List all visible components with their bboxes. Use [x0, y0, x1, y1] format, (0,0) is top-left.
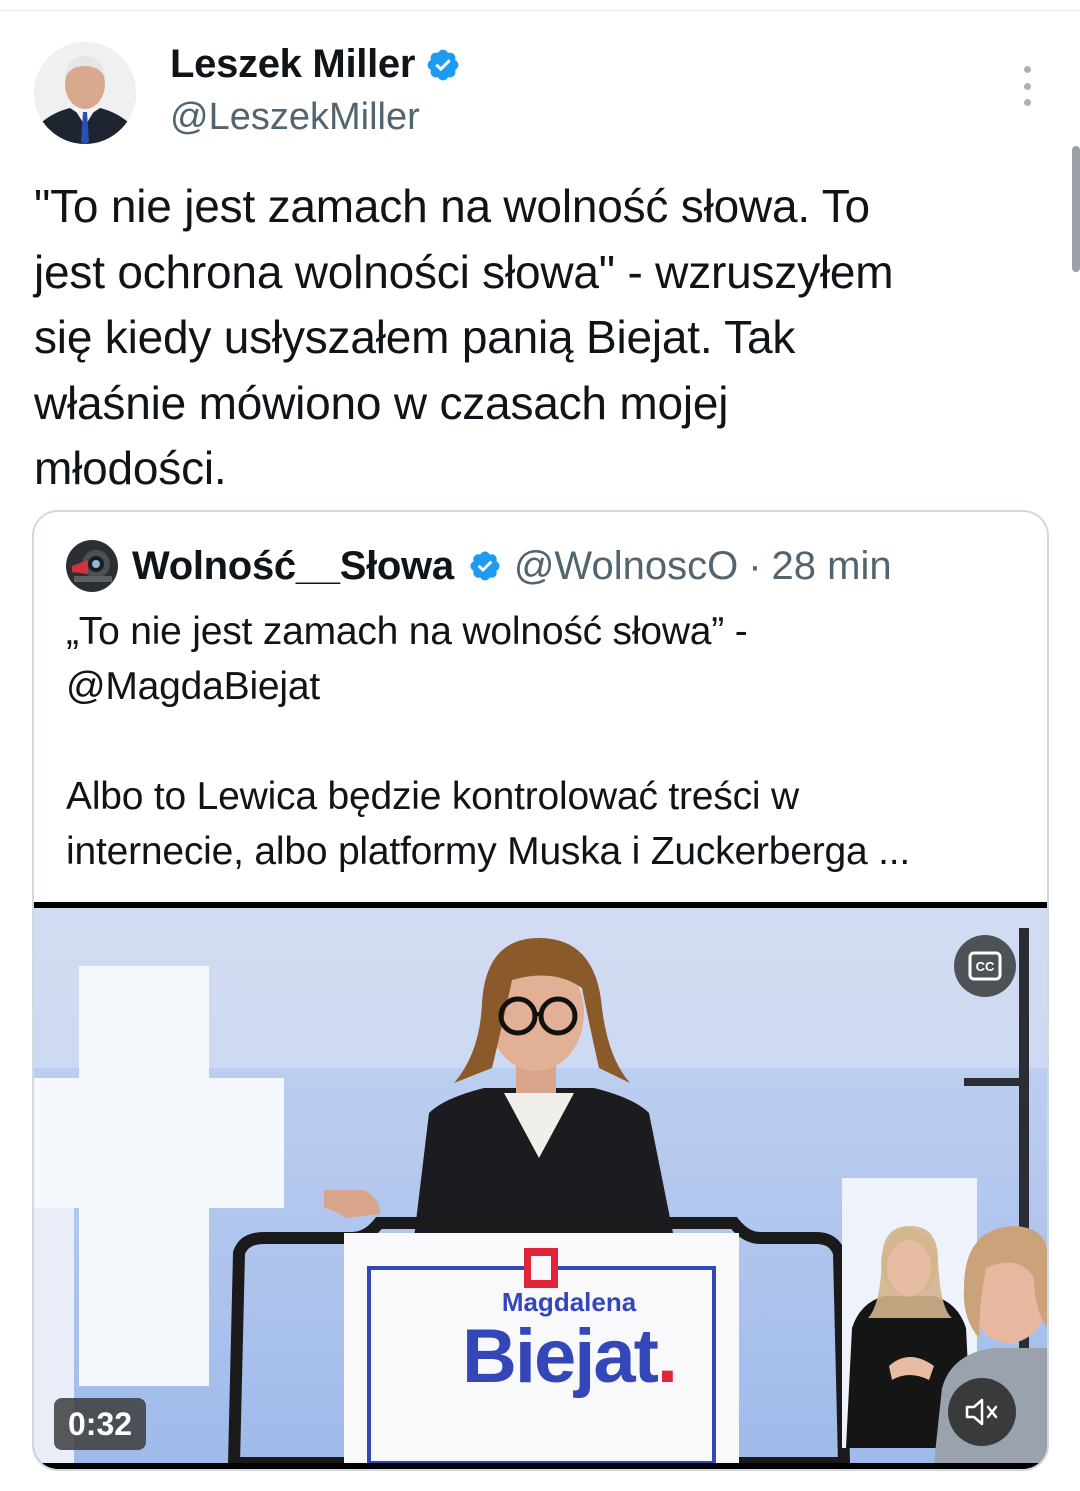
author-avatar[interactable] — [34, 42, 136, 144]
muted-speaker-icon[interactable] — [948, 1378, 1016, 1446]
verified-badge-icon — [427, 49, 459, 80]
more-options-icon[interactable] — [1010, 66, 1044, 106]
podium-first-name: Magdalena — [501, 1287, 637, 1317]
podium-last-name: Biejat — [461, 1314, 659, 1399]
quoted-author-handle[interactable]: @WolnoscO — [514, 544, 738, 589]
podium-last-name-row: Biejat. — [414, 1317, 724, 1397]
video-player[interactable]: Magdalena Biejat. CC 0:32 — [34, 902, 1047, 1469]
quoted-tweet-header: Wolność__Słowa @WolnoscO · 28 min — [66, 540, 892, 592]
top-divider — [0, 10, 1080, 11]
podium-text: Magdalena Biejat. — [414, 1287, 724, 1397]
quoted-tweet-time[interactable]: 28 min — [772, 544, 892, 589]
page-scrollbar[interactable] — [1072, 146, 1080, 272]
quoted-tweet-text: „To nie jest zamach na wolność słowa” - … — [66, 610, 911, 873]
video-duration-badge: 0:32 — [54, 1398, 147, 1450]
quoted-author-avatar[interactable] — [66, 540, 118, 592]
tweet-text: "To nie jest zamach na wolność słowa. To… — [34, 180, 894, 494]
podium-dot: . — [656, 1314, 678, 1399]
verified-badge-icon — [470, 551, 500, 581]
author-name[interactable]: Leszek Miller — [170, 42, 415, 87]
quoted-tweet-card[interactable]: Wolność__Słowa @WolnoscO · 28 min „To ni… — [32, 510, 1049, 1471]
separator-dot: · — [748, 543, 762, 588]
closed-captions-icon[interactable]: CC — [954, 935, 1016, 997]
author-handle[interactable]: @LeszekMiller — [170, 96, 420, 139]
author-name-row: Leszek Miller — [170, 42, 461, 87]
quoted-author-name[interactable]: Wolność__Słowa — [132, 544, 454, 589]
cc-label: CC — [976, 959, 995, 974]
